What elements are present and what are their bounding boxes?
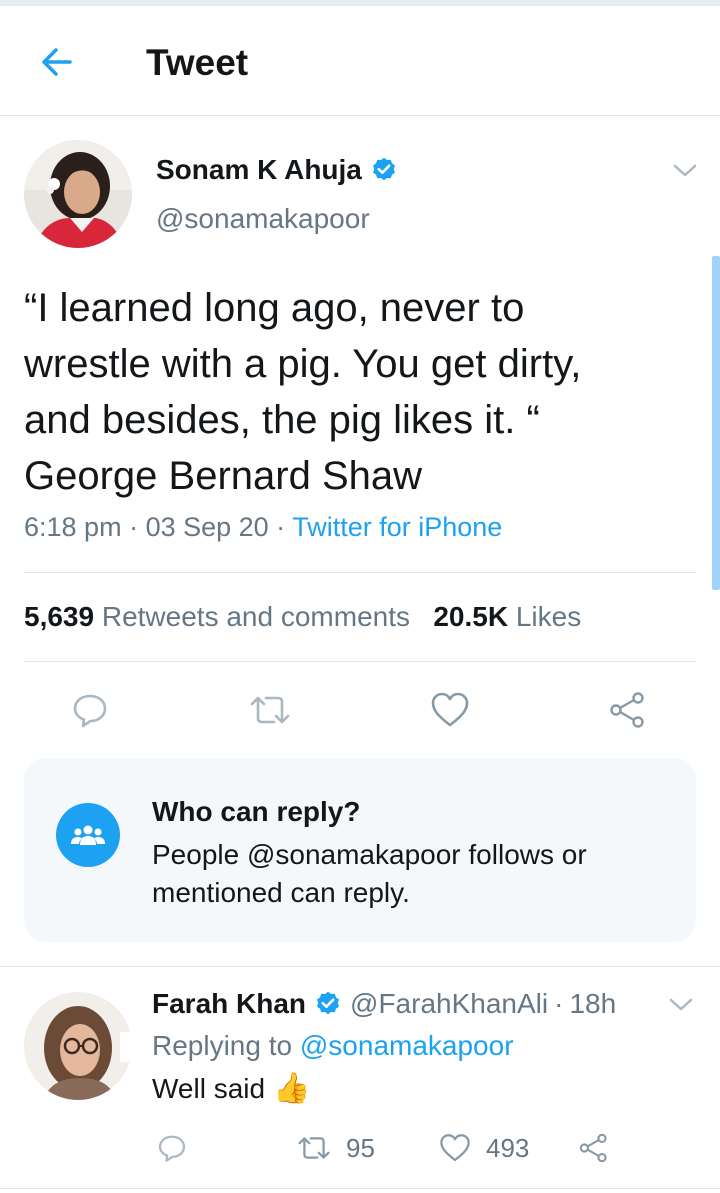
- mention-link[interactable]: @sonamakapoor: [300, 1030, 514, 1061]
- tweet-source-link[interactable]: Twitter for iPhone: [292, 512, 502, 542]
- retweet-button[interactable]: [242, 682, 298, 738]
- retweets-stat[interactable]: 5,639 Retweets and comments: [24, 601, 410, 632]
- section-divider: [0, 966, 720, 967]
- chevron-down-icon: [669, 998, 693, 1011]
- tweet-meta: 6:18 pm · 03 Sep 20 · Twitter for iPhone: [24, 512, 503, 542]
- retweets-label: Retweets and comments: [101, 601, 410, 632]
- avatar-image: [24, 140, 132, 248]
- chevron-down-icon: [673, 164, 697, 177]
- separator-dot: ·: [554, 988, 564, 1019]
- replying-to-prefix: Replying to: [152, 1030, 293, 1061]
- reply-comment-button[interactable]: [156, 1128, 188, 1168]
- group-icon-circle: [56, 803, 120, 867]
- divider: [24, 661, 696, 662]
- reply-author-avatar[interactable]: [24, 992, 132, 1100]
- divider: [24, 572, 696, 573]
- share-icon: [610, 692, 644, 728]
- reply-share-button[interactable]: [578, 1128, 610, 1168]
- retweets-count: 5,639: [24, 601, 95, 632]
- likes-stat[interactable]: 20.5K Likes: [433, 601, 581, 632]
- tweet-text: “I learned long ago, never to wrestle wi…: [24, 286, 582, 498]
- who-can-reply-card: Who can reply? People @sonamakapoor foll…: [24, 758, 696, 942]
- likes-label: Likes: [515, 601, 582, 632]
- comment-icon: [73, 694, 107, 728]
- verified-badge-icon: [317, 991, 339, 1015]
- tweet-stats: 5,639 Retweets and comments 20.5K Likes: [24, 601, 581, 633]
- retweet-icon: [298, 1137, 330, 1159]
- author-avatar[interactable]: [24, 140, 132, 248]
- reply-author-handle[interactable]: @FarahKhanAli: [350, 988, 548, 1020]
- arrow-left-icon: [42, 48, 72, 76]
- avatar-image: [24, 992, 132, 1100]
- reply-retweet-count: 95: [346, 1132, 375, 1163]
- group-icon: [71, 825, 105, 845]
- retweet-icon: [250, 696, 290, 724]
- tweet-date: 03 Sep 20: [145, 512, 269, 542]
- tweet-time: 6:18 pm: [24, 512, 122, 542]
- heart-icon: [431, 692, 469, 727]
- thumbs-up-emoji: 👍: [273, 1072, 311, 1105]
- card-title: Who can reply?: [152, 796, 361, 827]
- reply-age: 18h: [569, 988, 617, 1019]
- reply-author-name[interactable]: Farah Khan: [152, 988, 306, 1020]
- card-body: People @sonamakapoor follows or mentione…: [152, 839, 587, 908]
- reply-like-count: 493: [486, 1132, 530, 1163]
- divider: [0, 1188, 720, 1189]
- author-handle[interactable]: @sonamakapoor: [156, 203, 370, 235]
- reply-text: Well said 👍: [152, 1073, 310, 1105]
- author-name[interactable]: Sonam K Ahuja: [156, 154, 362, 186]
- reply-retweet-button[interactable]: 95: [296, 1128, 375, 1168]
- reply-header: Farah Khan @FarahKhanAli · 18h: [152, 988, 616, 1020]
- likes-count: 20.5K: [433, 601, 509, 632]
- reply-body: Well said: [152, 1073, 266, 1104]
- reply-options-button[interactable]: [666, 992, 696, 1021]
- replying-to-line: Replying to @sonamakapoor: [152, 1030, 514, 1062]
- like-button[interactable]: [422, 682, 478, 738]
- verified-badge-icon: [370, 156, 398, 189]
- page-title: Tweet: [146, 42, 249, 83]
- share-button[interactable]: [600, 682, 656, 738]
- top-app-bar: Tweet: [0, 6, 720, 116]
- heart-icon: [440, 1134, 470, 1162]
- reply-button[interactable]: [62, 682, 118, 738]
- share-icon: [579, 1133, 607, 1163]
- comment-icon: [158, 1135, 186, 1162]
- tweet-options-button[interactable]: [670, 158, 700, 187]
- scrollbar[interactable]: [712, 256, 720, 590]
- reply-like-button[interactable]: 493: [438, 1128, 529, 1168]
- back-button[interactable]: [30, 36, 82, 88]
